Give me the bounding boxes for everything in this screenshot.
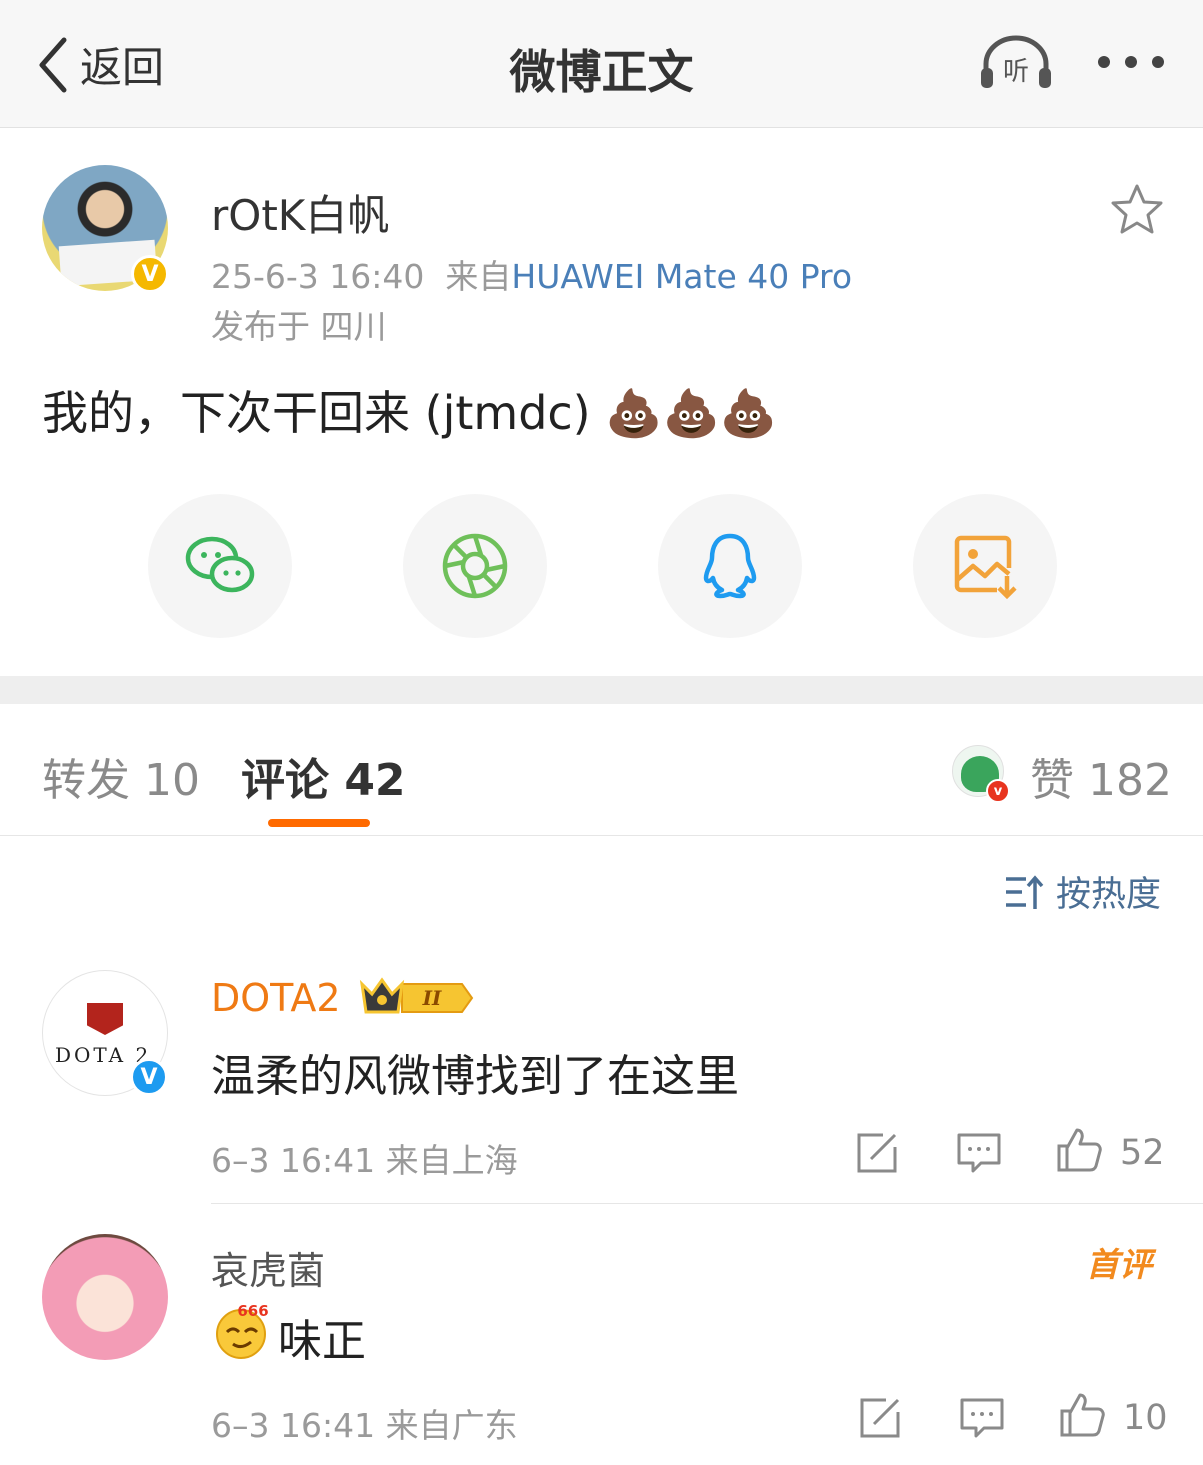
listen-button[interactable]: 听 — [978, 34, 1054, 90]
verified-blue-badge: V — [130, 1058, 168, 1096]
crown-icon: II — [359, 977, 474, 1014]
svg-text:666: 666 — [237, 1302, 268, 1320]
svg-text:II: II — [422, 986, 442, 1010]
sort-by-hot-button[interactable]: 按热度 — [1004, 866, 1161, 917]
fan-level-badge: II — [358, 974, 474, 1020]
more-dots-icon — [1098, 56, 1164, 68]
verified-red-badge: v — [986, 779, 1010, 803]
repost-comment-button[interactable] — [856, 1394, 904, 1442]
post-meta: 25-6-3 16:40 来自HUAWEI Mate 40 Pro — [211, 250, 852, 298]
wechat-icon — [185, 536, 255, 593]
sort-label: 按热度 — [1056, 875, 1162, 915]
post-device[interactable]: HUAWEI Mate 40 Pro — [511, 257, 852, 296]
verified-gold-badge: V — [131, 255, 169, 293]
star-icon — [1111, 184, 1163, 234]
thumbs-up-icon — [1057, 1128, 1102, 1172]
share-moments-button[interactable] — [403, 494, 547, 638]
like-comment-button[interactable] — [1055, 1126, 1103, 1174]
comment-like-count: 52 — [1120, 1133, 1165, 1173]
tab-repost[interactable]: 转发 10 — [42, 744, 200, 808]
nav-bar: 返回 微博正文 听 — [0, 0, 1203, 128]
comment-author[interactable]: DOTA2 — [211, 976, 341, 1020]
active-tab-indicator — [268, 819, 370, 827]
favorite-button[interactable] — [1110, 183, 1164, 235]
comment-avatar[interactable] — [42, 1234, 168, 1360]
post-emoji: 💩💩💩 — [605, 386, 778, 440]
image-download-icon — [954, 535, 1017, 600]
source-prefix: 来自 — [445, 257, 512, 296]
dota-logo — [87, 1003, 123, 1035]
more-button[interactable] — [1096, 48, 1166, 76]
reply-comment-button[interactable] — [958, 1394, 1006, 1442]
post-text: 我的，下次干回来 (jtmdc) — [42, 386, 591, 440]
svg-text:听: 听 — [1003, 57, 1029, 87]
tab-comment[interactable]: 评论 42 — [241, 744, 406, 808]
tab-like[interactable]: 赞 182 — [1030, 744, 1172, 808]
comment-like-count: 10 — [1123, 1398, 1168, 1438]
save-image-button[interactable] — [913, 494, 1057, 638]
share-qq-button[interactable] — [658, 494, 802, 638]
comment-text: 味正 — [278, 1316, 366, 1367]
tabs-divider — [0, 835, 1203, 836]
share-wechat-button[interactable] — [148, 494, 292, 638]
post-time: 25-6-3 16:40 — [211, 257, 425, 296]
comment-icon — [960, 1398, 1004, 1438]
comment-divider — [211, 1203, 1203, 1204]
moments-icon — [442, 533, 508, 599]
post-location: 发布于 四川 — [211, 307, 387, 346]
share-edit-icon — [857, 1133, 897, 1173]
emoji-666-icon: 666 — [213, 1300, 273, 1360]
post-content: 我的，下次干回来 (jtmdc) 💩💩💩 — [42, 377, 777, 443]
comment-meta: 6–3 16:41 来自广东 — [211, 1406, 518, 1445]
comment-meta: 6–3 16:41 来自上海 — [211, 1141, 518, 1180]
comment-icon — [957, 1133, 1001, 1173]
author-name[interactable]: rOtK白帆 — [211, 182, 389, 243]
reply-comment-button[interactable] — [955, 1129, 1003, 1177]
share-edit-icon — [860, 1398, 900, 1438]
section-separator — [0, 676, 1203, 704]
first-comment-badge: 首评 — [1086, 1245, 1152, 1284]
qq-penguin-icon — [703, 533, 757, 599]
repost-comment-button[interactable] — [853, 1129, 901, 1177]
like-comment-button[interactable] — [1058, 1391, 1106, 1439]
thumbs-up-icon — [1060, 1393, 1105, 1437]
sort-icon — [1006, 874, 1044, 909]
headphones-icon: 听 — [981, 35, 1051, 88]
comment-author[interactable]: 哀虎菌 — [211, 1240, 325, 1295]
comment-text: 温柔的风微博找到了在这里 — [211, 1051, 739, 1102]
